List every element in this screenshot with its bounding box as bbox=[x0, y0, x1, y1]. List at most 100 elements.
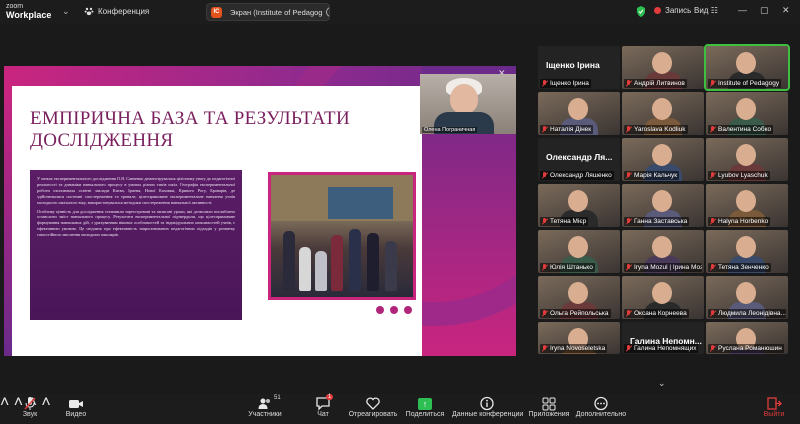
participant-name: Оксана Корнеева bbox=[634, 310, 687, 317]
participant-video bbox=[652, 282, 672, 304]
participant-tile[interactable]: Тетяна Зенченко bbox=[706, 230, 788, 273]
mic-off-icon bbox=[542, 80, 548, 87]
view-label: Вид bbox=[694, 6, 709, 15]
participant-name: Institute of Pedagogy bbox=[718, 80, 780, 87]
participant-label: Галина Непомнящих bbox=[624, 344, 699, 353]
participant-tile[interactable]: Наталія Дінек bbox=[538, 92, 620, 135]
mic-off-icon bbox=[24, 397, 36, 410]
participants-count: 51 bbox=[274, 395, 281, 401]
participant-tile[interactable]: Iryna Mozul | Ірина Мозу... bbox=[622, 230, 704, 273]
mic-off-icon bbox=[626, 264, 632, 271]
leave-button[interactable]: Выйти bbox=[752, 396, 796, 418]
participant-tile[interactable]: Валентина Собко bbox=[706, 92, 788, 135]
participant-name: Валентина Собко bbox=[718, 126, 772, 133]
slide-left-bar bbox=[4, 86, 12, 356]
participant-tile[interactable]: Галина Непомн... Галина Непомнящих bbox=[622, 322, 704, 354]
mic-off-icon bbox=[710, 172, 716, 179]
mic-off-icon bbox=[542, 345, 548, 352]
participant-tile[interactable]: Іщенко Ірина Іщенко Ірина bbox=[538, 46, 620, 89]
participant-name: Андрій Литвинов bbox=[634, 80, 685, 87]
info-icon bbox=[480, 396, 494, 411]
apps-icon bbox=[542, 397, 556, 411]
app-brand: zoom Workplace bbox=[6, 2, 51, 20]
participant-label: Iryna Mozul | Ірина Мозу... bbox=[624, 263, 702, 272]
participant-label: Юлія Штанько bbox=[540, 263, 595, 272]
participant-tile[interactable]: Юлія Штанько bbox=[538, 230, 620, 273]
participant-name: Марія Кальчук bbox=[634, 172, 678, 179]
mic-off-icon bbox=[542, 218, 548, 225]
share-app-logo-icon: IC bbox=[211, 6, 222, 18]
more-label: Дополнительно bbox=[575, 411, 627, 418]
participant-label: Людмила Леонідівна... bbox=[708, 309, 786, 318]
mic-off-icon bbox=[626, 310, 632, 317]
minimize-icon[interactable]: — bbox=[738, 5, 747, 15]
audio-caret-icon[interactable]: ˄ bbox=[0, 394, 9, 411]
participant-video bbox=[736, 98, 756, 120]
mic-off-icon bbox=[542, 264, 548, 271]
participant-tile[interactable]: Iryna Novoseletska bbox=[538, 322, 620, 354]
participant-label: Тетяна Мієр bbox=[540, 217, 589, 226]
record-indicator[interactable]: Запись bbox=[654, 6, 691, 15]
participant-tile[interactable]: Institute of Pedagogy bbox=[704, 44, 790, 91]
screen-share-pill[interactable]: IC Экран (Institute of Pedagog … bbox=[206, 3, 330, 21]
heart-icon bbox=[366, 397, 380, 410]
maximize-icon[interactable]: ▢ bbox=[760, 5, 769, 16]
participant-tile[interactable]: Ольга Рейпольська bbox=[538, 276, 620, 319]
participant-video bbox=[568, 282, 588, 304]
active-speaker-video[interactable]: Олена Пограничная bbox=[420, 74, 516, 134]
participant-tile[interactable]: Ганна Заставська bbox=[622, 184, 704, 227]
participant-label: Андрій Литвинов bbox=[624, 79, 687, 88]
participant-name: Тетяна Мієр bbox=[550, 218, 587, 225]
participant-video bbox=[652, 98, 672, 120]
meeting-info-label: Данные конференции bbox=[452, 411, 524, 418]
participant-video bbox=[652, 236, 672, 258]
meeting-info-button[interactable]: Данные конференции bbox=[452, 396, 524, 418]
video-button[interactable]: Видео bbox=[56, 396, 96, 418]
conference-label[interactable]: Конференция bbox=[84, 6, 149, 16]
camera-icon bbox=[69, 400, 83, 408]
class-photo-image bbox=[271, 175, 413, 297]
participant-tile[interactable]: Олександр Ля... Олександр Ляшенко bbox=[538, 138, 620, 181]
leave-icon bbox=[767, 397, 782, 410]
audio-button[interactable]: Звук bbox=[10, 396, 50, 418]
participant-tile[interactable]: Yaroslava Kodliuk bbox=[622, 92, 704, 135]
participant-name: Галина Непомнящих bbox=[634, 345, 697, 352]
share-button[interactable]: ↑ Поделиться bbox=[390, 396, 460, 418]
slide-title: ЕМПІРИЧНА БАЗА ТА РЕЗУЛЬТАТИ ДОСЛІДЖЕННЯ bbox=[30, 108, 350, 151]
close-icon[interactable]: ✕ bbox=[782, 5, 790, 16]
more-icon[interactable]: … bbox=[326, 7, 329, 17]
shield-icon[interactable] bbox=[636, 6, 646, 17]
participant-label: Lyubov Lyaschuk bbox=[708, 171, 770, 180]
mic-off-icon bbox=[542, 126, 548, 133]
participant-tile[interactable]: Андрій Литвинов bbox=[622, 46, 704, 89]
participant-tile[interactable]: Людмила Леонідівна... bbox=[706, 276, 788, 319]
participant-label: Наталія Дінек bbox=[540, 125, 594, 134]
participant-label: Оксана Корнеева bbox=[624, 309, 689, 318]
participant-name: Iryna Novoseletska bbox=[550, 345, 606, 352]
participant-tile[interactable]: Оксана Корнеева bbox=[622, 276, 704, 319]
grid-icon: ☷ bbox=[710, 6, 718, 15]
chevron-down-icon[interactable]: ⌄ bbox=[658, 378, 666, 389]
share-label: Поделиться bbox=[405, 411, 445, 418]
participant-label: Валентина Собко bbox=[708, 125, 774, 134]
mic-off-icon bbox=[626, 218, 632, 225]
participant-name: Наталія Дінек bbox=[550, 126, 592, 133]
participant-label: Олександр Ляшенко bbox=[540, 171, 614, 180]
participant-label: Марія Кальчук bbox=[624, 171, 680, 180]
participant-tile[interactable]: Тетяна Мієр bbox=[538, 184, 620, 227]
participant-tile[interactable]: Halyna Horbenko bbox=[706, 184, 788, 227]
more-button[interactable]: Дополнительно bbox=[566, 396, 636, 418]
speaker-name: Олена Пограничная bbox=[422, 127, 478, 133]
participant-video bbox=[652, 190, 672, 212]
participant-tile[interactable]: Руслана Романюшин bbox=[706, 322, 788, 354]
chevron-down-icon[interactable]: ⌄ bbox=[62, 6, 70, 17]
participant-label: Iryna Novoseletska bbox=[540, 344, 608, 353]
participant-name: Іщенко Ірина bbox=[550, 80, 589, 87]
mic-off-icon bbox=[710, 264, 716, 271]
participant-label: Halyna Horbenko bbox=[708, 217, 771, 226]
mic-off-icon bbox=[542, 310, 548, 317]
slide-dots bbox=[376, 306, 412, 314]
participant-tile[interactable]: Lyubov Lyaschuk bbox=[706, 138, 788, 181]
view-button[interactable]: Вид ☷ bbox=[694, 6, 718, 15]
participant-tile[interactable]: Марія Кальчук bbox=[622, 138, 704, 181]
